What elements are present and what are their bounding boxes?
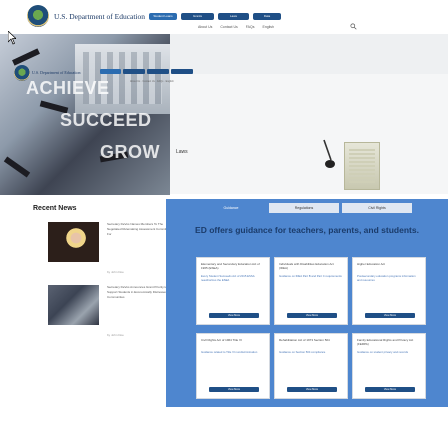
card-link[interactable]: Guidance on Section 504 compliance [279, 350, 343, 354]
view-more-button[interactable]: View More [287, 313, 337, 318]
util-language[interactable]: English [262, 25, 273, 29]
news-thumbnail[interactable] [48, 285, 99, 325]
hero-word-succeed: SUCCEED [60, 110, 152, 130]
news-byline: by John Doe [107, 333, 124, 337]
tab-civil-rights[interactable]: Civil Rights [342, 203, 412, 213]
news-headline[interactable]: Secretary DeVos Names Members To The Neg… [107, 222, 173, 237]
card-link[interactable]: Postsecondary education programs informa… [357, 274, 421, 282]
guidance-card: Individuals with Disabilities Education … [274, 257, 348, 325]
card-title: Individuals with Disabilities Education … [279, 262, 334, 270]
view-more-button[interactable]: View More [365, 313, 415, 318]
news-headline[interactable]: Secretary DeVos Announces Grant Priority… [107, 285, 173, 300]
panel-heading: ED offers guidance for teachers, parents… [195, 225, 419, 235]
card-link[interactable]: Guidance on IDEA Part B and Part C requi… [279, 274, 343, 278]
site-title[interactable]: U.S. Department of Education [54, 12, 145, 21]
hero-banner: ACHIEVE SUCCEED GROW [0, 34, 170, 195]
guidance-panel: Guidance Regulations Civil Rights ED off… [166, 199, 448, 407]
card-title: Civil Rights Act of 1964 Title VI [201, 338, 242, 342]
mini-nav-item [147, 69, 169, 74]
card-title: Family Educational Rights and Privacy Ac… [357, 338, 414, 346]
guidance-card: Higher Education Act Postsecondary educa… [352, 257, 426, 325]
mini-header [170, 34, 448, 74]
panel-tabs: Guidance Regulations Civil Rights [196, 203, 412, 213]
hero-word-achieve: ACHIEVE [26, 78, 110, 98]
mini-nav-item [123, 69, 145, 74]
card-link[interactable]: Guidance on student privacy and records [357, 350, 421, 354]
nav-item-student-loans[interactable]: Student Loans [149, 13, 177, 20]
graduation-cap-image [12, 48, 40, 66]
mini-department-seal-logo [14, 65, 30, 81]
department-seal-logo[interactable] [27, 5, 49, 27]
site-header: U.S. Department of Education Student Loa… [0, 0, 448, 34]
util-faqs[interactable]: FAQs [246, 25, 255, 29]
main-nav: Student Loans Grants Laws Data [149, 13, 281, 20]
guidance-card: Family Educational Rights and Privacy Ac… [352, 333, 426, 399]
news-thumbnail[interactable] [48, 222, 99, 262]
news-byline: by John Doe [107, 270, 124, 274]
view-more-button[interactable]: View More [287, 387, 337, 392]
law-book-image [344, 142, 380, 190]
mini-page-preview [170, 34, 448, 194]
guidance-card: Rehabilitation Act of 1973 Section 504 G… [274, 333, 348, 399]
search-icon[interactable] [350, 23, 357, 30]
recent-news-title: Recent News [33, 205, 77, 212]
nav-item-data[interactable]: Data [253, 13, 281, 20]
card-link[interactable]: Guidance related to Title VI nondiscrimi… [201, 350, 265, 354]
nav-item-laws[interactable]: Laws [218, 13, 249, 20]
view-more-button[interactable]: View More [209, 313, 259, 318]
mouse-pointer-icon [8, 31, 16, 45]
page: U.S. Department of Education Student Loa… [0, 0, 448, 424]
tab-guidance[interactable]: Guidance [196, 203, 266, 213]
card-title: Higher Education Act [357, 262, 386, 266]
guidance-card: Civil Rights Act of 1964 Title VI Guidan… [196, 333, 270, 399]
mini-utility-nav: About Us · Contact Us · FAQs · English [130, 80, 174, 83]
hero-word-grow: GROW [100, 142, 160, 162]
mini-nav-item [100, 69, 121, 74]
laws-label: Laws [176, 149, 188, 155]
guidance-card-grid: Elementary and Secondary Education Act o… [196, 257, 426, 399]
util-about-us[interactable]: About Us [198, 25, 212, 29]
mini-nav [100, 69, 193, 74]
utility-nav: About Us Contact Us FAQs English [198, 25, 274, 29]
gavel-icon [323, 139, 335, 168]
tab-regulations[interactable]: Regulations [269, 203, 339, 213]
mini-site-title: U.S. Department of Education [32, 70, 81, 75]
view-more-button[interactable]: View More [365, 387, 415, 392]
card-title: Elementary and Secondary Education Act o… [201, 262, 260, 270]
graduation-cap-image [3, 156, 31, 178]
mini-nav-item [171, 69, 193, 74]
util-contact-us[interactable]: Contact Us [220, 25, 237, 29]
guidance-card: Elementary and Secondary Education Act o… [196, 257, 270, 325]
view-more-button[interactable]: View More [209, 387, 259, 392]
card-title: Rehabilitation Act of 1973 Section 504 [279, 338, 330, 342]
card-link[interactable]: Every Student Succeeds Act of 2015 ESSA … [201, 274, 265, 282]
nav-item-grants[interactable]: Grants [181, 13, 214, 20]
